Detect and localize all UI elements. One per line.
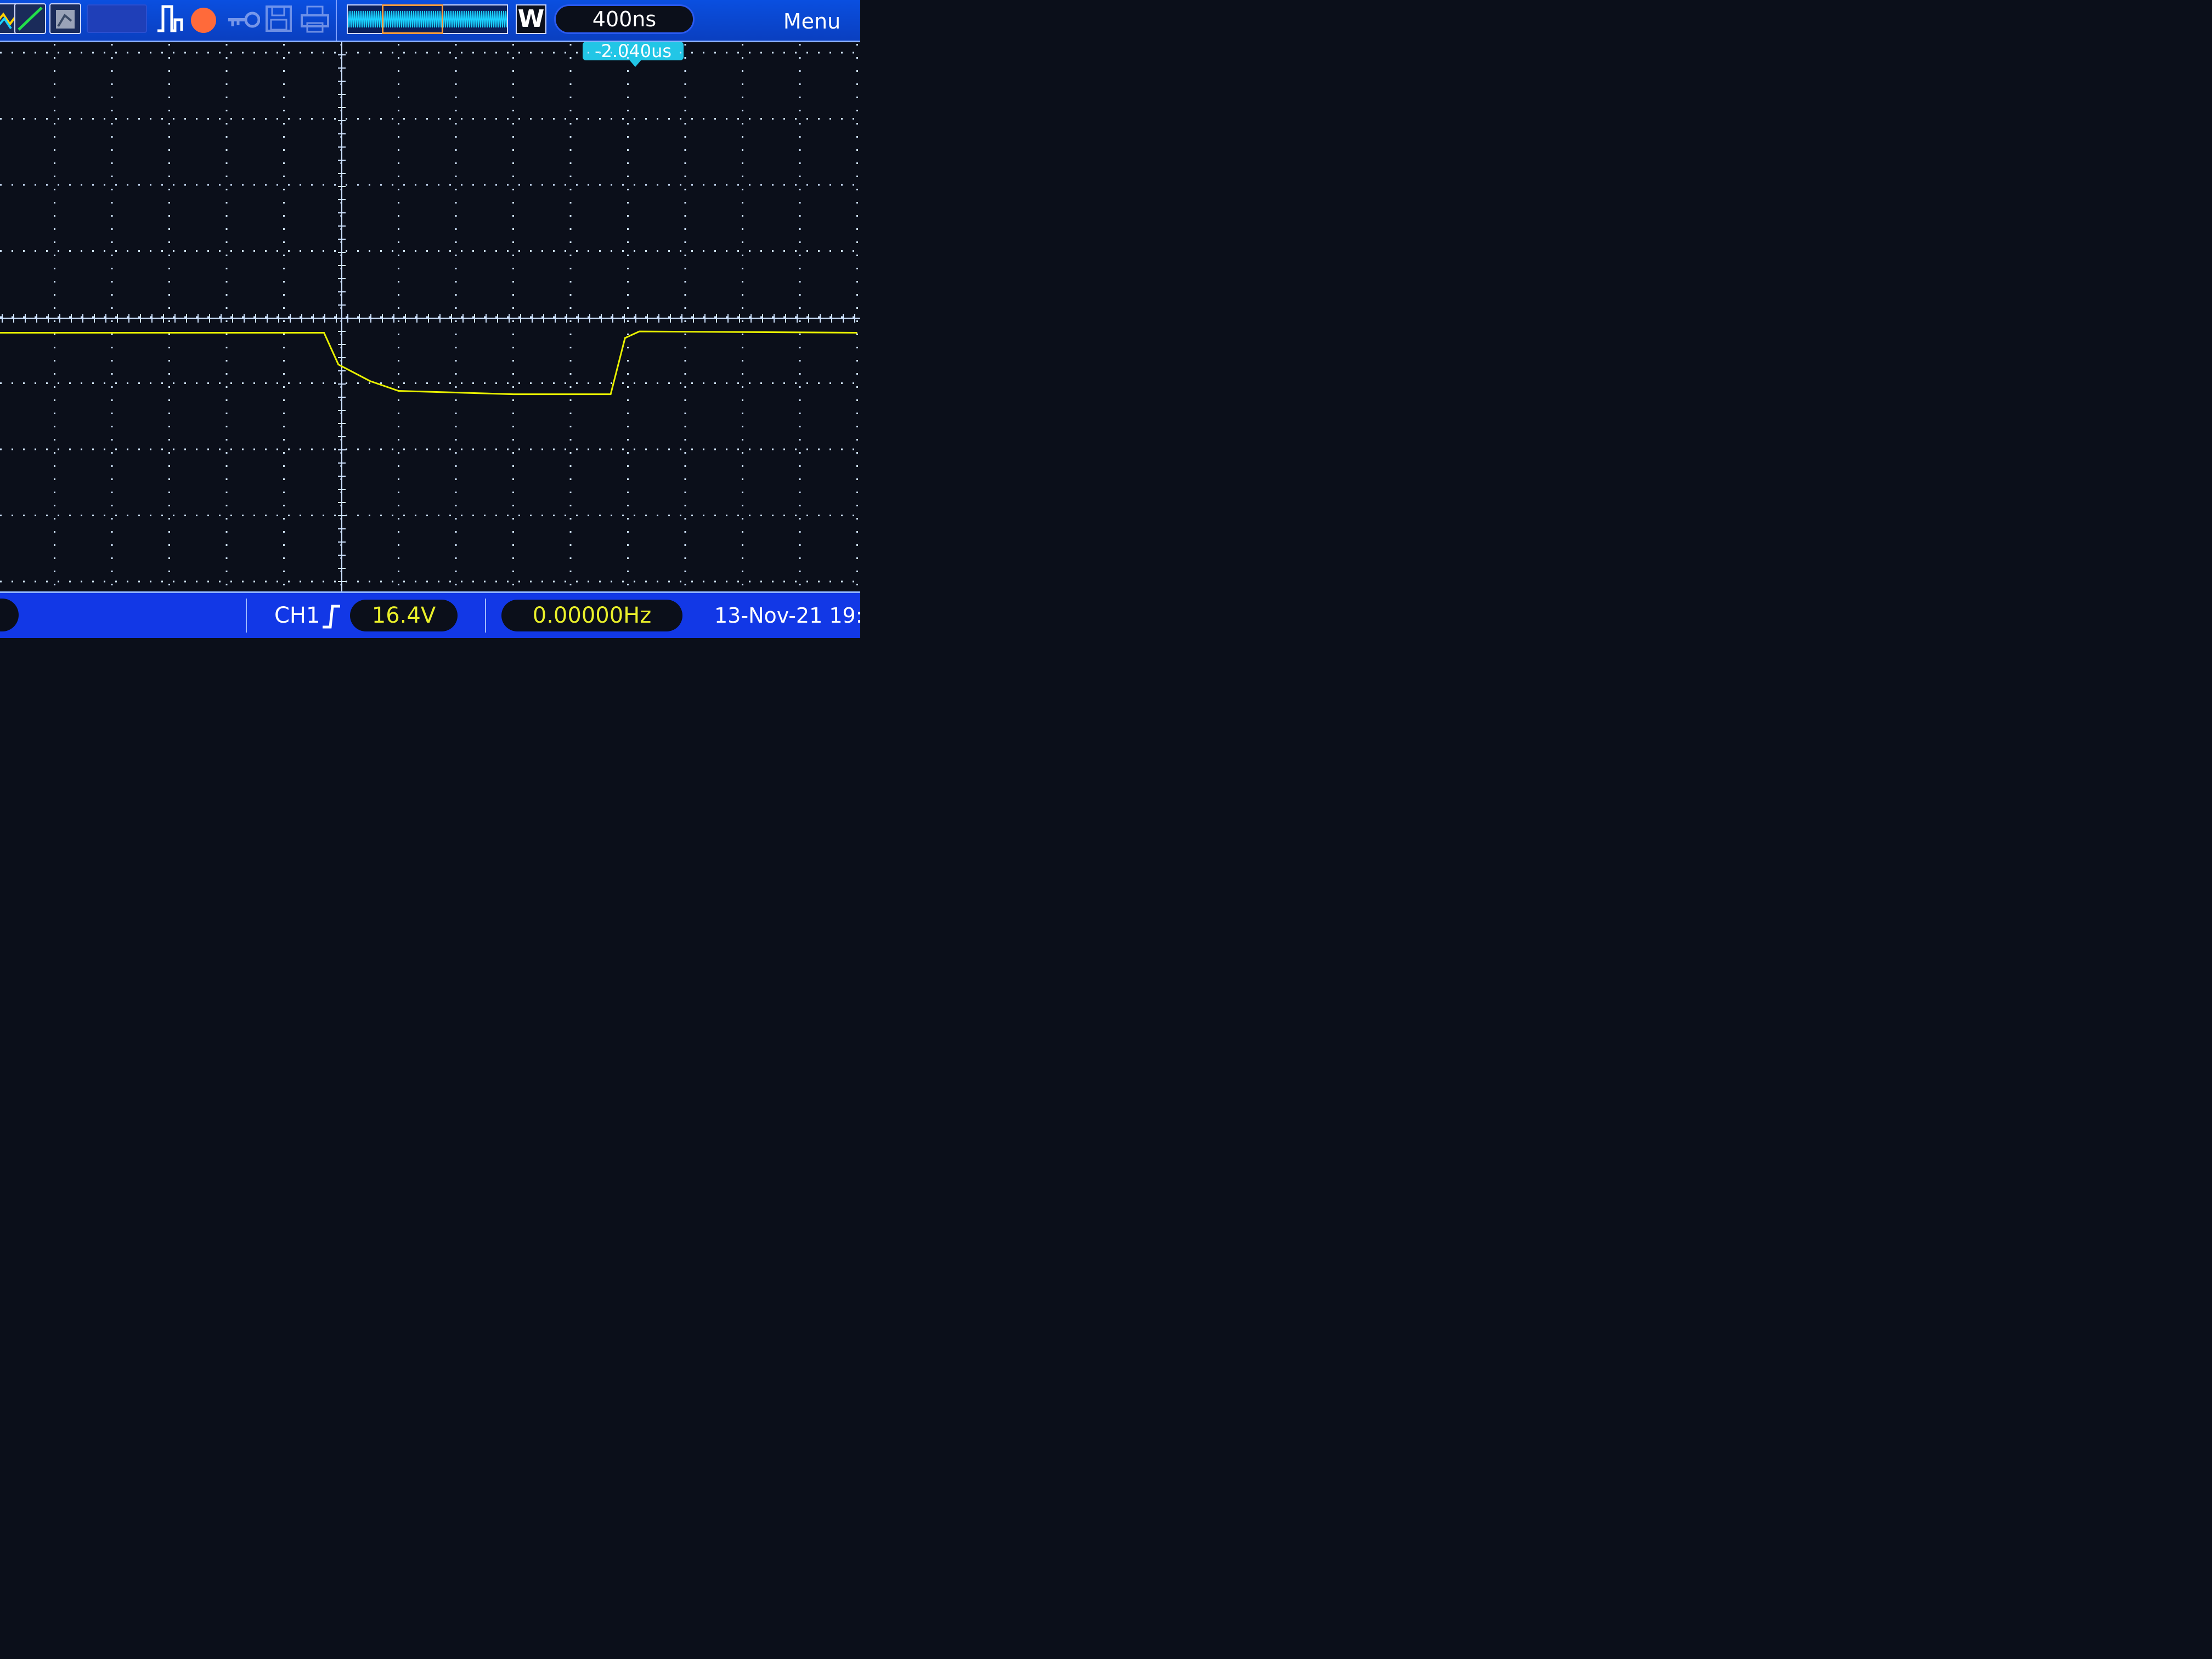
ref-icon[interactable] [49,3,81,34]
scope-display [0,42,860,591]
probe-icon[interactable] [14,3,46,34]
waveform-window-marker[interactable] [382,4,443,34]
datetime-display: 13-Nov-21 19: [714,603,860,628]
status-left-pill [0,599,19,631]
pulse-icon[interactable] [156,3,184,34]
trigger-channel-label[interactable]: CH1 [274,601,320,630]
blank-box [87,4,147,33]
toolbar: W 400ns Menu [0,0,860,42]
trigger-level-display[interactable]: 16.4V [350,600,458,631]
trigger-offset-label[interactable]: -2.040us [583,42,684,60]
status-bar: CH1 16.4V 0.00000Hz 13-Nov-21 19: [0,591,860,638]
timebase-display[interactable]: 400ns [554,4,695,34]
status-divider [246,599,247,633]
center-axes [0,42,860,591]
menu-button[interactable]: Menu [768,8,856,35]
key-icon[interactable] [226,9,261,31]
status-divider [485,599,486,633]
save-icon[interactable] [264,4,293,33]
toolbar-divider [336,0,337,41]
graticule [0,44,860,588]
print-icon[interactable] [300,4,330,33]
stop-icon[interactable] [191,8,216,33]
frequency-display: 0.00000Hz [501,600,682,631]
ch1-trace [0,330,857,396]
window-mode-label[interactable]: W [516,4,546,34]
trigger-position-marker [629,59,642,67]
rising-edge-icon[interactable] [320,601,342,630]
